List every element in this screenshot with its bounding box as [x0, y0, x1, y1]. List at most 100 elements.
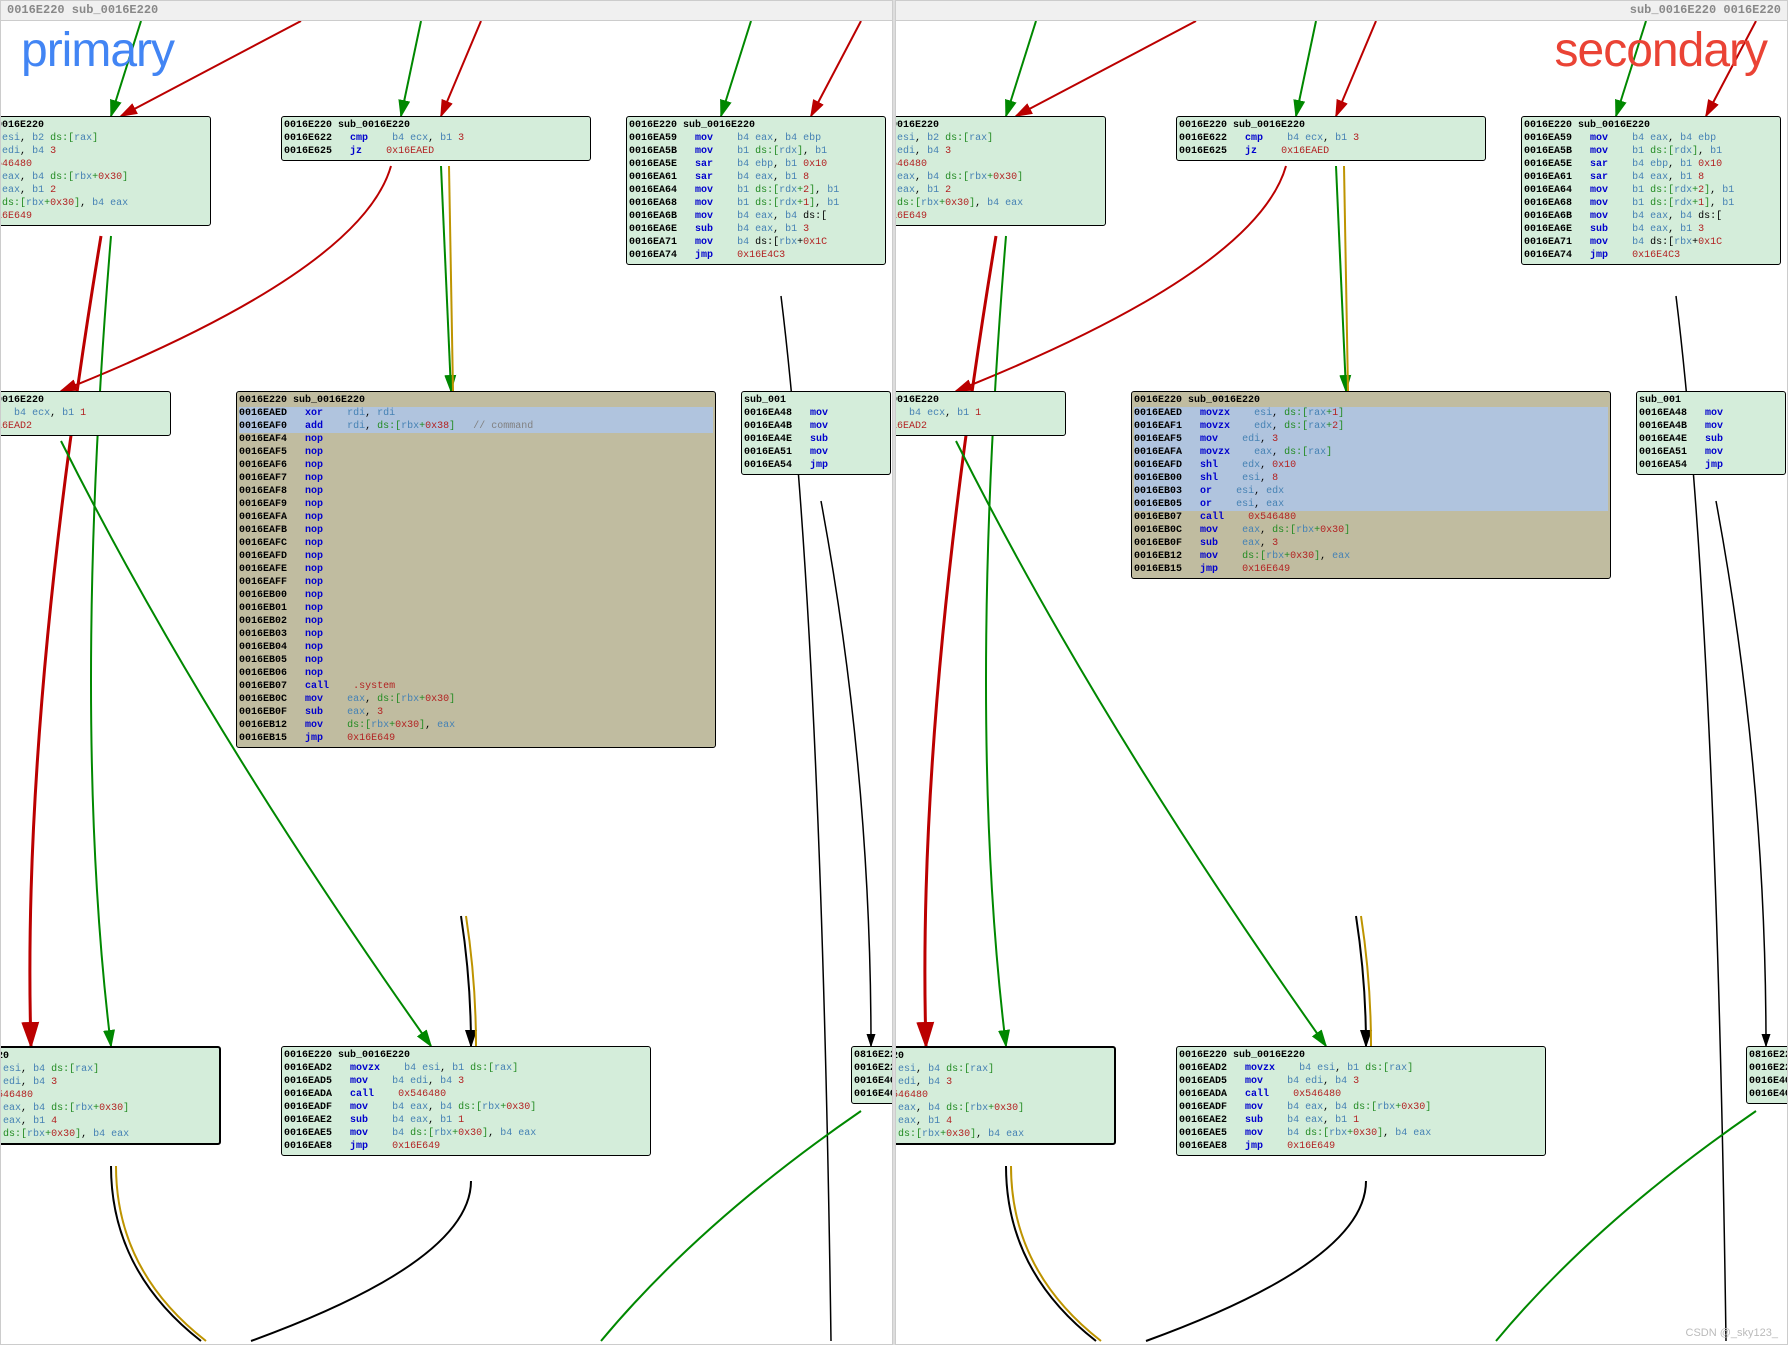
asm-row: 0016EB07 call .system: [239, 680, 713, 693]
node-title: 0016E220 sub_0016E220: [1179, 1049, 1543, 1062]
asm-row: 0016E4C3: [854, 1075, 893, 1088]
asm-row: 0016EA71 mov b4 ds:[rbx+0x1C: [629, 236, 883, 249]
node-top-right[interactable]: 0016E220 sub_0016E2200016EA59 mov b4 eax…: [626, 116, 886, 265]
asm-row: 0016EB03 or esi, edx: [1134, 485, 1608, 498]
asm-row: 0016EA51 mov: [1639, 446, 1783, 459]
asm-row: 0x546480: [0, 1089, 217, 1102]
asm-row: 0016EA54 jmp: [744, 459, 888, 472]
node-title: 0016E220 sub_0016E220: [284, 119, 588, 132]
asm-row: 0016EA5B mov b1 ds:[rdx], b1: [629, 145, 883, 158]
node-cmp[interactable]: 0016E220 sub_0016E2200016E622 cmp b4 ecx…: [1176, 116, 1486, 161]
asm-row: 0016EA4E sub: [1639, 433, 1783, 446]
asm-row: 0016EADF mov b4 eax, b4 ds:[rbx+0x30]: [1179, 1101, 1543, 1114]
asm-row: 0016EB0C mov eax, ds:[rbx+0x30]: [1134, 524, 1608, 537]
asm-row: 0x16EAD2: [0, 420, 168, 433]
asm-row: 0016EB05 nop: [239, 654, 713, 667]
asm-row: 0016EA48 mov: [744, 407, 888, 420]
asm-row: 0016EA5E sar b4 ebp, b1 0x10: [629, 158, 883, 171]
asm-row: 0016EB05 or esi, eax: [1134, 498, 1608, 511]
node-top-right[interactable]: 0016E220 sub_0016E2200016EA59 mov b4 eax…: [1521, 116, 1781, 265]
asm-row: 0016EA59 mov b4 eax, b4 ebp: [1524, 132, 1778, 145]
watermark: CSDN @_sky123_: [1686, 1327, 1778, 1339]
primary-canvas[interactable]: b_0016E220b4 esi, b2 ds:[rax]b4 edi, b4 …: [1, 21, 892, 1344]
node-top-left[interactable]: b_0016E220b4 esi, b2 ds:[rax]b4 edi, b4 …: [895, 116, 1106, 226]
node-title: sub_001: [1639, 394, 1783, 407]
asm-row: 0016EAF5 mov edi, 3: [1134, 433, 1608, 446]
asm-row: 0016EAE5 mov b4 ds:[rbx+0x30], b4 eax: [1179, 1127, 1543, 1140]
asm-row: 0016EB06 nop: [239, 667, 713, 680]
node-title: 0016E220 sub_0016E220: [1524, 119, 1778, 132]
asm-row: 0016EAFE nop: [239, 563, 713, 576]
asm-row: 0016EA71 mov b4 ds:[rbx+0x1C: [1524, 236, 1778, 249]
asm-row: 0016EB00 nop: [239, 589, 713, 602]
asm-row: 0016EA64 mov b1 ds:[rdx+2], b1: [629, 184, 883, 197]
node-bot-right[interactable]: 0816E2200016E220 0016E4C3 0016E4C5: [851, 1046, 893, 1104]
asm-row: b4 ds:[rbx+0x30], b4 eax: [0, 197, 208, 210]
asm-row: 0016EA68 mov b1 ds:[rdx+1], b1: [629, 197, 883, 210]
node-center-secondary[interactable]: 0016E220 sub_0016E2200016EAED movzx esi,…: [1131, 391, 1611, 579]
asm-row: b4 eax, b1 2: [895, 184, 1103, 197]
asm-row: 0016EAF1 movzx edx, ds:[rax+2]: [1134, 420, 1608, 433]
node-mid-right[interactable]: sub_0010016EA48 mov 0016EA4B mov 0016EA4…: [1636, 391, 1786, 475]
secondary-pane[interactable]: sub_0016E220 0016E220 secondary b_0016E2: [895, 0, 1788, 1345]
asm-row: 0016E4C3: [1749, 1075, 1788, 1088]
asm-row: 0016EB15 jmp 0x16E649: [239, 732, 713, 745]
node-title: 0016E220 sub_0016E220: [239, 394, 713, 407]
asm-row: 0016EAF9 nop: [239, 498, 713, 511]
asm-row: 0016EB0C mov eax, ds:[rbx+0x30]: [239, 693, 713, 706]
asm-row: b4 eax, b4 ds:[rbx+0x30]: [0, 1102, 217, 1115]
node-cmp[interactable]: 0016E220 sub_0016E2200016E622 cmp b4 ecx…: [281, 116, 591, 161]
node-title: b_0016E220: [895, 394, 1063, 407]
node-title: 0016E220 sub_0016E220: [284, 1049, 648, 1062]
asm-row: 0016EA6E sub b4 eax, b1 3: [629, 223, 883, 236]
asm-row: b4 eax, b1 2: [0, 184, 208, 197]
asm-row: 0016EA61 sar b4 eax, b1 8: [1524, 171, 1778, 184]
secondary-canvas[interactable]: b_0016E220b4 esi, b2 ds:[rax]b4 edi, b4 …: [896, 21, 1787, 1344]
asm-row: b4 esi, b2 ds:[rax]: [0, 132, 208, 145]
asm-row: 0016EAD2 movzx b4 esi, b1 ds:[rax]: [284, 1062, 648, 1075]
node-title: b_0016E220: [895, 119, 1103, 132]
asm-row: 0016EA4E sub: [744, 433, 888, 446]
asm-row: 0016EAF7 nop: [239, 472, 713, 485]
asm-row: 0016EB01 nop: [239, 602, 713, 615]
node-title: sub_001: [744, 394, 888, 407]
asm-row: 0016EAFF nop: [239, 576, 713, 589]
node-center-primary[interactable]: 0016E220 sub_0016E2200016EAED xor rdi, r…: [236, 391, 716, 748]
asm-row: 0016EAD5 mov b4 edi, b4 3: [1179, 1075, 1543, 1088]
asm-row: 0x16E649: [895, 210, 1103, 223]
asm-row: 0016EB15 jmp 0x16E649: [1134, 563, 1608, 576]
node-bot-left[interactable]: E220b4 esi, b4 ds:[rax]b4 edi, b4 30x546…: [0, 1046, 221, 1145]
primary-header: 0016E220 sub_0016E220: [1, 1, 892, 21]
asm-row: b4 eax, b4 ds:[rbx+0x30]: [895, 171, 1103, 184]
node-bot-left[interactable]: E220b4 esi, b4 ds:[rax]b4 edi, b4 30x546…: [895, 1046, 1116, 1145]
asm-row: 0016EAFA movzx eax, ds:[rax]: [1134, 446, 1608, 459]
node-title: 0016E220 sub_0016E220: [629, 119, 883, 132]
node-mid-right[interactable]: sub_0010016EA48 mov 0016EA4B mov 0016EA4…: [741, 391, 891, 475]
asm-row: 0016EA4B mov: [1639, 420, 1783, 433]
node-title: E220: [895, 1050, 1112, 1063]
asm-row: 0016EA68 mov b1 ds:[rdx+1], b1: [1524, 197, 1778, 210]
asm-row: 0016EAD5 mov b4 edi, b4 3: [284, 1075, 648, 1088]
asm-row: 0016EAE2 sub b4 eax, b1 1: [1179, 1114, 1543, 1127]
asm-row: 0016EB12 mov ds:[rbx+0x30], eax: [1134, 550, 1608, 563]
node-bot-mid[interactable]: 0016E220 sub_0016E2200016EAD2 movzx b4 e…: [281, 1046, 651, 1156]
node-bot-mid[interactable]: 0016E220 sub_0016E2200016EAD2 movzx b4 e…: [1176, 1046, 1546, 1156]
asm-row: 0016EAED movzx esi, ds:[rax+1]: [1134, 407, 1608, 420]
asm-row: 0016EAFC nop: [239, 537, 713, 550]
asm-row: 0016EAE8 jmp 0x16E649: [1179, 1140, 1543, 1153]
asm-row: 0016EA6B mov b4 eax, b4 ds:[: [1524, 210, 1778, 223]
asm-row: p b4 ecx, b1 1: [0, 407, 168, 420]
primary-pane[interactable]: 0016E220 sub_0016E220 primary: [0, 0, 893, 1345]
asm-row: 0016EAF8 nop: [239, 485, 713, 498]
node-title: b_0016E220: [0, 394, 168, 407]
node-mid-left[interactable]: b_0016E220p b4 ecx, b1 10x16EAD2: [0, 391, 171, 436]
node-top-left[interactable]: b_0016E220b4 esi, b2 ds:[rax]b4 edi, b4 …: [0, 116, 211, 226]
asm-row: b4 edi, b4 3: [895, 1076, 1112, 1089]
asm-row: 0016EA59 mov b4 eax, b4 ebp: [629, 132, 883, 145]
secondary-header: sub_0016E220 0016E220: [896, 1, 1787, 21]
node-mid-left[interactable]: b_0016E220p b4 ecx, b1 10x16EAD2: [895, 391, 1066, 436]
asm-row: 0016E4C5: [854, 1088, 893, 1101]
asm-row: 0016EADF mov b4 eax, b4 ds:[rbx+0x30]: [284, 1101, 648, 1114]
node-bot-right[interactable]: 0816E2200016E220 0016E4C3 0016E4C5: [1746, 1046, 1788, 1104]
asm-row: 0016EB0F sub eax, 3: [1134, 537, 1608, 550]
